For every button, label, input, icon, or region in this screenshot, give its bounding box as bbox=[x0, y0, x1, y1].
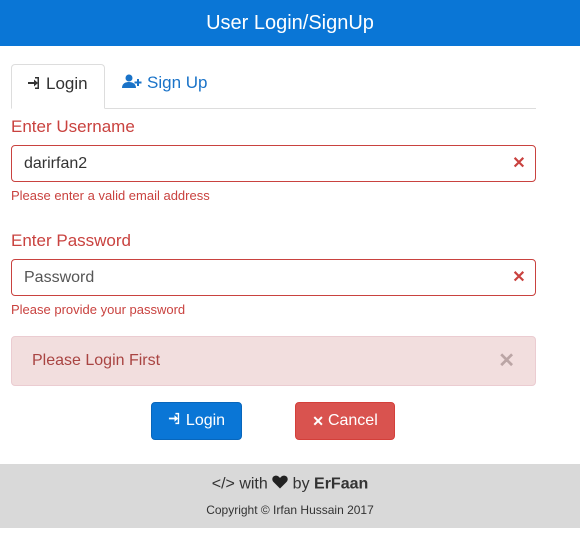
copyright-text: Copyright © Irfan Hussain 2017 bbox=[206, 503, 374, 517]
clear-password-icon[interactable]: ✕ bbox=[512, 270, 526, 286]
footer: </> with by ErFaan Copyright © Irfan Hus… bbox=[0, 464, 580, 528]
heart-icon bbox=[272, 475, 288, 494]
page-title: User Login/SignUp bbox=[206, 12, 374, 34]
footer-by: by bbox=[292, 475, 310, 493]
login-button-label: Login bbox=[185, 412, 226, 430]
auth-tabs: Login Sign Up bbox=[11, 64, 536, 109]
user-plus-icon bbox=[122, 65, 142, 103]
clear-username-icon[interactable]: ✕ bbox=[512, 156, 526, 172]
username-field[interactable] bbox=[11, 145, 536, 182]
footer-with: with bbox=[239, 475, 268, 493]
username-label: Enter Username bbox=[11, 117, 135, 136]
sign-in-icon bbox=[27, 66, 41, 104]
tab-signup-label: Sign Up bbox=[147, 73, 208, 92]
alert-message: Please Login First bbox=[32, 352, 161, 369]
sign-in-icon bbox=[168, 403, 181, 439]
footer-credit: </> with by ErFaan bbox=[0, 475, 580, 494]
tab-login[interactable]: Login bbox=[11, 64, 105, 109]
password-label: Enter Password bbox=[11, 231, 131, 250]
password-error: Please provide your password bbox=[11, 302, 186, 317]
close-icon[interactable]: ✕ bbox=[498, 337, 515, 385]
tab-signup[interactable]: Sign Up bbox=[107, 64, 222, 107]
cancel-button-label: Cancel bbox=[327, 412, 378, 430]
app-header: User Login/SignUp bbox=[0, 0, 580, 46]
username-error: Please enter a valid email address bbox=[11, 188, 210, 203]
tab-login-label: Login bbox=[46, 74, 88, 93]
close-icon: ✕ bbox=[312, 413, 324, 429]
login-alert: Please Login First ✕ bbox=[11, 336, 536, 386]
cancel-button[interactable]: ✕ Cancel bbox=[295, 402, 395, 440]
login-button[interactable]: Login bbox=[151, 402, 242, 440]
password-field[interactable] bbox=[11, 259, 536, 296]
code-icon: </> bbox=[211, 475, 235, 493]
author-name: ErFaan bbox=[314, 475, 369, 493]
